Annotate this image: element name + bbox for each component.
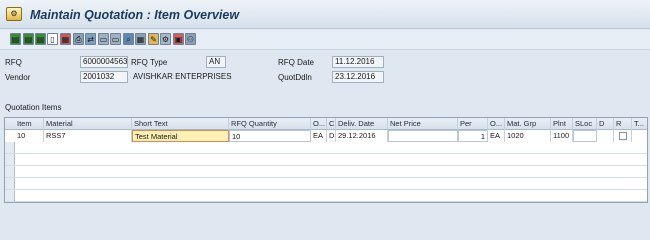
- edit-icon[interactable]: ✎: [148, 33, 159, 45]
- quotation-deadline-field[interactable]: 23.12.2016: [332, 71, 384, 83]
- column-header-order-unit[interactable]: O...: [311, 118, 327, 130]
- empty-row[interactable]: [5, 178, 647, 190]
- table-header-row: Item Material Short Text RFQ Quantity O.…: [5, 118, 647, 130]
- rfq-date-field[interactable]: 11.12.2016: [332, 56, 384, 68]
- column-header-material[interactable]: Material: [44, 118, 132, 130]
- column-header-t[interactable]: T...: [632, 118, 647, 130]
- column-header-rfq-quantity[interactable]: RFQ Quantity: [229, 118, 311, 130]
- settings-icon[interactable]: ⚙: [6, 7, 22, 21]
- empty-row[interactable]: [5, 190, 647, 202]
- cell-category: D: [329, 130, 336, 142]
- table-row[interactable]: 10 RSS7 Test Material 10 EA D 29.12.2016…: [5, 130, 647, 142]
- column-header-material-group[interactable]: Mat. Grp: [505, 118, 551, 130]
- column-header-category[interactable]: C: [327, 118, 336, 130]
- cell-net-price-input[interactable]: [388, 130, 458, 142]
- rfq-number-field[interactable]: 6000004563: [80, 56, 128, 68]
- column-header-price-unit[interactable]: O...: [488, 118, 505, 130]
- quotation-items-table: Item Material Short Text RFQ Quantity O.…: [4, 117, 648, 203]
- column-header-r[interactable]: R: [614, 118, 632, 130]
- network-icon[interactable]: ⚇: [185, 33, 196, 45]
- cell-storage-location-input[interactable]: [573, 130, 597, 142]
- cell-plant: 1100: [551, 130, 573, 142]
- attach-icon[interactable]: ▭: [98, 33, 109, 45]
- cell-r: [614, 130, 632, 142]
- empty-row[interactable]: [5, 142, 647, 154]
- cell-rfq-quantity-input[interactable]: 10: [229, 130, 311, 142]
- cell-item: 10: [15, 130, 44, 142]
- document-icon[interactable]: ▯: [47, 33, 58, 45]
- rfq-type-field[interactable]: AN: [206, 56, 226, 68]
- delete-icon[interactable]: ▦: [60, 33, 71, 45]
- sort-icon[interactable]: ▭: [110, 33, 121, 45]
- cell-per-input[interactable]: 1: [458, 130, 488, 142]
- item-detail-icon[interactable]: ▤: [23, 33, 34, 45]
- column-header-short-text[interactable]: Short Text: [132, 118, 229, 130]
- application-toolbar: ▤ ▤ ▤ ▯ ▦ ⎙ ⇄ ▭ ▭ ⌕ ▦ ✎ ⚙ ▣ ⚇: [0, 30, 650, 50]
- vendor-label: Vendor: [5, 73, 31, 82]
- column-header-per[interactable]: Per: [458, 118, 488, 130]
- r-checkbox[interactable]: [619, 132, 627, 140]
- quotation-deadline-label: QuotDdln: [278, 73, 312, 82]
- cell-delivery-date: 29.12.2016: [336, 130, 388, 142]
- cell-order-unit: EA: [311, 130, 327, 142]
- column-header-plant[interactable]: Plnt: [551, 118, 573, 130]
- calculate-icon[interactable]: ▦: [135, 33, 146, 45]
- vendor-field[interactable]: 2001032: [80, 71, 128, 83]
- cell-d: [597, 130, 614, 142]
- column-header-item[interactable]: Item: [15, 118, 44, 130]
- column-header-delivery-date[interactable]: Deliv. Date: [336, 118, 388, 130]
- cell-short-text-input[interactable]: Test Material: [132, 130, 229, 142]
- cell-t: [632, 130, 647, 142]
- quotation-items-title: Quotation Items: [5, 103, 62, 112]
- vendor-name: AVISHKAR ENTERPRISES: [133, 72, 232, 81]
- column-header-net-price[interactable]: Net Price: [388, 118, 458, 130]
- search-icon[interactable]: ⌕: [123, 33, 134, 45]
- print-icon[interactable]: ⎙: [73, 33, 84, 45]
- cell-material: RSS7: [44, 130, 132, 142]
- empty-row[interactable]: [5, 154, 647, 166]
- rfq-date-label: RFQ Date: [278, 58, 315, 67]
- screen-title: Maintain Quotation : Item Overview: [30, 8, 240, 22]
- text-icon[interactable]: ⇄: [85, 33, 96, 45]
- copy-icon[interactable]: ▣: [173, 33, 184, 45]
- rfq-type-label: RFQ Type: [131, 58, 168, 67]
- rfq-label: RFQ: [5, 58, 22, 67]
- cell-price-unit: EA: [488, 130, 505, 142]
- item-overview-icon[interactable]: ▤: [10, 33, 21, 45]
- title-bar: ⚙ Maintain Quotation : Item Overview: [0, 0, 650, 29]
- header-icon[interactable]: ▤: [35, 33, 46, 45]
- cell-material-group: 1020: [505, 130, 551, 142]
- settings-icon[interactable]: ⚙: [160, 33, 171, 45]
- empty-row[interactable]: [5, 166, 647, 178]
- column-header-d[interactable]: D: [597, 118, 614, 130]
- column-header-storage-location[interactable]: SLoc: [573, 118, 597, 130]
